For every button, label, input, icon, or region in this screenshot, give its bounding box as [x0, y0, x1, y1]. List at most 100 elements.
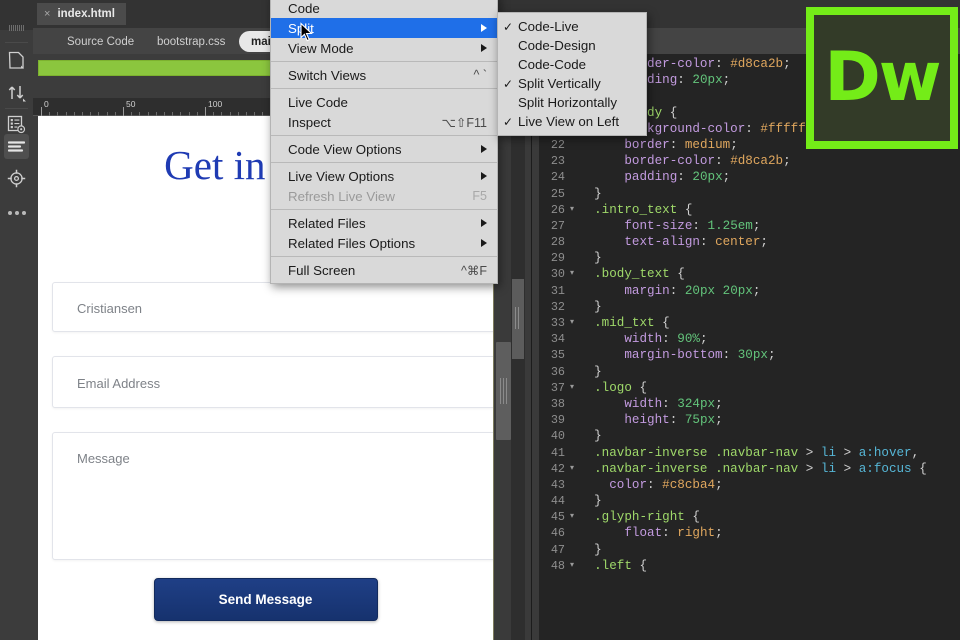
code-line[interactable]: 40 } — [539, 428, 960, 444]
mouse-cursor-icon — [300, 22, 314, 42]
code-line[interactable]: 24 padding: 20px; — [539, 169, 960, 185]
message-field[interactable]: Message — [52, 432, 493, 560]
menu-item-code-view-options[interactable]: Code View Options — [271, 139, 497, 159]
code-line[interactable]: 33▾ .mid_txt { — [539, 315, 960, 331]
code-line[interactable]: 32 } — [539, 299, 960, 315]
code-line[interactable]: 41 .navbar-inverse .navbar-nav > li > a:… — [539, 445, 960, 461]
code-line[interactable]: 29 } — [539, 250, 960, 266]
check-icon: ✓ — [502, 77, 514, 91]
code-fold-toggle[interactable]: ▾ — [565, 202, 579, 218]
related-file-source-code[interactable]: Source Code — [55, 31, 146, 52]
code-line-text: .navbar-inverse .navbar-nav > li > a:foc… — [579, 462, 927, 476]
submenu-item-code-live[interactable]: ✓Code-Live — [498, 17, 646, 36]
more-options-icon[interactable] — [8, 211, 26, 215]
menu-item-related-files[interactable]: Related Files — [271, 213, 497, 233]
menu-item-full-screen[interactable]: Full Screen^⌘F — [271, 260, 497, 280]
submenu-item-split-vertically[interactable]: ✓Split Vertically — [498, 74, 646, 93]
chevron-right-icon — [481, 172, 487, 180]
name-field[interactable]: Cristiansen — [52, 282, 493, 332]
code-line[interactable]: 43 color: #c8cba4; — [539, 477, 960, 493]
code-line[interactable]: 42▾ .navbar-inverse .navbar-nav > li > a… — [539, 461, 960, 477]
menu-item-switch-views[interactable]: Switch Views^ ` — [271, 65, 497, 85]
code-line-number: 23 — [539, 153, 565, 169]
scrollbar-grip-icon — [515, 307, 521, 329]
menu-item-label: Related Files Options — [288, 236, 473, 251]
chevron-right-icon — [481, 24, 487, 32]
code-fold-toggle[interactable]: ▾ — [565, 266, 579, 282]
send-message-button[interactable]: Send Message — [154, 578, 378, 621]
code-line[interactable]: 31 margin: 20px 20px; — [539, 283, 960, 299]
code-line-number: 27 — [539, 218, 565, 234]
code-line[interactable]: 44 } — [539, 493, 960, 509]
code-line[interactable]: 23 border-color: #d8ca2b; — [539, 153, 960, 169]
upload-download-icon — [7, 83, 27, 102]
email-field[interactable]: Email Address — [52, 356, 493, 408]
code-line[interactable]: 46 float: right; — [539, 525, 960, 541]
submenu-item-code-design[interactable]: Code-Design — [498, 36, 646, 55]
sidebar-item-assets[interactable] — [4, 166, 29, 191]
code-line-number: 31 — [539, 283, 565, 299]
code-line-text: } — [579, 300, 602, 314]
menu-item-label: Live View Options — [288, 169, 473, 184]
code-line[interactable]: 38 width: 324px; — [539, 396, 960, 412]
sidebar-item-get-put-files[interactable] — [4, 80, 29, 105]
menu-item-related-files-options[interactable]: Related Files Options — [271, 233, 497, 253]
view-menu[interactable]: CodeSplitView ModeSwitch Views^ `Live Co… — [270, 0, 498, 284]
code-line[interactable]: 34 width: 90%; — [539, 331, 960, 347]
code-fold-toggle[interactable]: ▾ — [565, 509, 579, 525]
menu-item-label: Refresh Live View — [288, 189, 460, 204]
menu-item-inspect[interactable]: Inspect⌥⇧F11 — [271, 112, 497, 132]
menu-item-live-view-options[interactable]: Live View Options — [271, 166, 497, 186]
code-line[interactable]: 45▾ .glyph-right { — [539, 509, 960, 525]
submenu-item-code-code[interactable]: Code-Code — [498, 55, 646, 74]
code-fold-toggle[interactable]: ▾ — [565, 315, 579, 331]
code-line-number: 38 — [539, 396, 565, 412]
code-line-text: text-align: center; — [579, 235, 768, 249]
menu-item-live-code[interactable]: Live Code — [271, 92, 497, 112]
sidebar-item-css-designer[interactable] — [4, 134, 29, 159]
message-field-placeholder: Message — [77, 451, 130, 466]
document-tab-label: index.html — [57, 8, 115, 20]
menu-item-code[interactable]: Code — [271, 0, 497, 18]
code-line[interactable]: 30▾ .body_text { — [539, 266, 960, 282]
close-icon[interactable]: × — [44, 8, 50, 20]
document-tab-index-html[interactable]: × index.html — [37, 3, 126, 25]
code-line[interactable]: 28 text-align: center; — [539, 234, 960, 250]
code-fold-toggle[interactable]: ▾ — [565, 558, 579, 574]
code-line[interactable]: 37▾ .logo { — [539, 380, 960, 396]
submenu-item-live-view-on-left[interactable]: ✓Live View on Left — [498, 112, 646, 131]
code-line[interactable]: 26▾ .intro_text { — [539, 202, 960, 218]
code-view-scrollbar-thumb[interactable] — [512, 279, 524, 359]
related-file-bootstrap-css[interactable]: bootstrap.css — [145, 31, 237, 52]
code-line[interactable]: 27 font-size: 1.25em; — [539, 218, 960, 234]
name-field-value: Cristiansen — [77, 301, 142, 316]
rail-drag-grip[interactable] — [9, 25, 25, 31]
code-line-number: 43 — [539, 477, 565, 493]
code-fold-toggle[interactable]: ▾ — [565, 461, 579, 477]
code-fold-toggle[interactable]: ▾ — [565, 380, 579, 396]
split-submenu[interactable]: ✓Code-LiveCode-DesignCode-Code✓Split Ver… — [497, 12, 647, 136]
code-line-text: .glyph-right { — [579, 510, 700, 524]
code-line-text: } — [579, 543, 602, 557]
code-line[interactable]: 25 } — [539, 186, 960, 202]
code-line[interactable]: 39 height: 75px; — [539, 412, 960, 428]
code-line-text: border: medium; — [579, 138, 738, 152]
live-view-scrollbar-thumb[interactable] — [496, 342, 511, 440]
code-view-scrollbar[interactable] — [511, 54, 525, 640]
menu-item-shortcut: ^ ` — [461, 68, 487, 82]
sidebar-item-file-manage[interactable] — [4, 48, 29, 73]
code-line[interactable]: 35 margin-bottom: 30px; — [539, 347, 960, 363]
code-line-number: 29 — [539, 250, 565, 266]
code-line[interactable]: 36 } — [539, 364, 960, 380]
menu-item-label: Split — [288, 21, 473, 36]
chevron-right-icon — [481, 219, 487, 227]
menu-separator — [271, 256, 497, 257]
code-line-number: 41 — [539, 445, 565, 461]
dreamweaver-logo-inner: Dw — [814, 15, 950, 141]
code-line[interactable]: 48▾ .left { — [539, 558, 960, 574]
submenu-item-split-horizontally[interactable]: Split Horizontally — [498, 93, 646, 112]
code-line-text: width: 324px; — [579, 397, 723, 411]
code-line-text: height: 75px; — [579, 413, 723, 427]
menu-item-label: Switch Views — [288, 68, 461, 83]
code-line[interactable]: 47 } — [539, 542, 960, 558]
